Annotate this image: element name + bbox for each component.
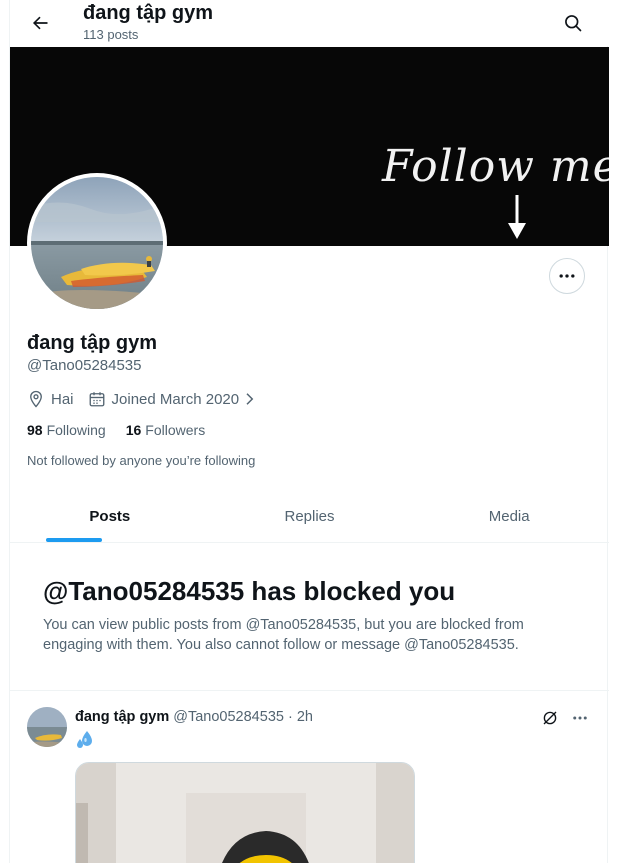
followers-count: 16 — [125, 422, 142, 438]
post-actions — [533, 705, 593, 731]
following-link[interactable]: 98 Following — [27, 422, 106, 438]
grok-button[interactable] — [537, 705, 563, 731]
post-more-button[interactable] — [567, 705, 593, 731]
following-count: 98 — [27, 422, 43, 438]
follow-stats: 98 Following 16 Followers — [27, 422, 205, 438]
blocked-title: @Tano05284535 has blocked you — [43, 576, 456, 606]
profile-column: đang tập gym 113 posts Follow me đang tậ… — [9, 0, 609, 863]
blocked-message: You can view public posts from @Tano0528… — [43, 617, 524, 653]
profile-handle: @Tano05284535 — [27, 357, 142, 374]
post-author-handle-time[interactable]: @Tano05284535 · 2h — [173, 708, 313, 727]
active-tab-indicator — [45, 538, 102, 542]
not-followed-notice: Not followed by anyone you’re following — [27, 453, 256, 468]
avatar-photo — [31, 177, 163, 309]
tab-media[interactable]: Media — [409, 490, 609, 542]
post-avatar-photo — [27, 707, 67, 747]
back-button[interactable] — [24, 7, 56, 39]
location-item: Hai — [27, 390, 74, 408]
tab-replies[interactable]: Replies — [210, 490, 410, 542]
top-bar: đang tập gym 113 posts — [10, 0, 609, 46]
following-label: Following — [46, 422, 106, 438]
tab-replies-label: Replies — [284, 507, 335, 525]
chevron-right-icon — [246, 393, 254, 405]
tab-posts-label: Posts — [89, 507, 131, 525]
more-horizontal-icon — [573, 716, 587, 720]
followers-label: Followers — [145, 422, 206, 438]
post-author-name[interactable]: đang tập gym — [75, 708, 169, 727]
post-media-image[interactable] — [75, 762, 415, 863]
profile-avatar[interactable] — [27, 173, 167, 313]
page: đang tập gym 113 posts Follow me đang tậ… — [0, 0, 638, 863]
page-title: đang tập gym — [83, 2, 214, 24]
back-arrow-icon — [32, 16, 48, 30]
banner-text: Follow me — [382, 141, 609, 192]
profile-tabs: Posts Replies Media — [10, 490, 609, 543]
location-pin-icon — [30, 390, 42, 408]
search-button[interactable] — [557, 7, 589, 39]
sweat-droplets-icon — [77, 731, 92, 748]
grok-icon — [543, 711, 557, 725]
joined-item[interactable]: Joined March 2020 — [88, 390, 264, 408]
search-icon — [565, 15, 582, 32]
tab-media-label: Media — [488, 507, 530, 525]
profile-display-name: đang tập gym — [27, 332, 158, 354]
calendar-icon — [89, 392, 104, 407]
profile-more-button[interactable] — [549, 258, 585, 294]
profile-meta: Hai Joined March 2020 — [27, 388, 263, 410]
followers-link[interactable]: 16 Followers — [126, 422, 205, 438]
post-photo — [76, 763, 414, 863]
joined-text: Joined March 2020 — [111, 390, 240, 408]
more-horizontal-icon — [559, 274, 575, 278]
post-count: 113 posts — [83, 27, 139, 42]
down-arrow-icon — [508, 195, 526, 239]
tab-posts[interactable]: Posts — [10, 490, 210, 542]
post-header: đang tập gym @Tano05284535 · 2h — [75, 708, 313, 727]
divider — [10, 690, 609, 691]
location-text: Hai — [51, 390, 74, 408]
post-avatar[interactable] — [27, 707, 67, 747]
